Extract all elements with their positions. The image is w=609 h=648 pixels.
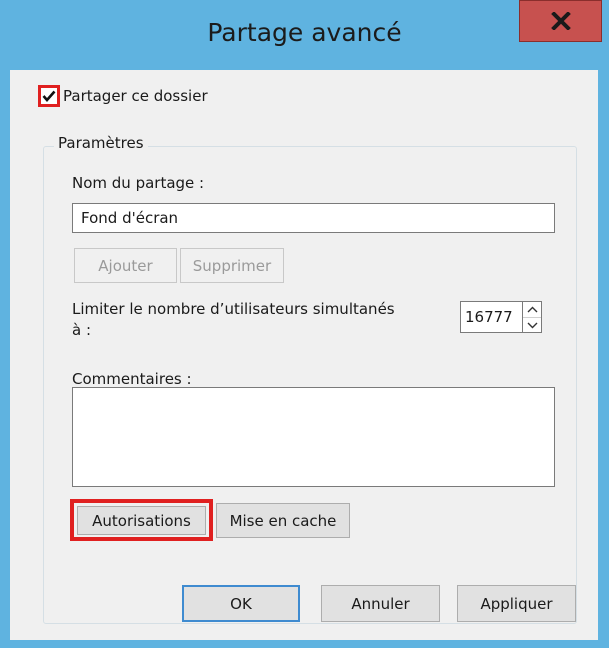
ok-button[interactable]: OK [182, 585, 300, 622]
stepper-up-button[interactable] [523, 302, 541, 318]
comments-label: Commentaires : [72, 370, 192, 388]
user-limit-label: Limiter le nombre d’utilisateurs simulta… [72, 300, 395, 318]
window-title: Partage avancé [207, 18, 402, 47]
user-limit-input[interactable] [460, 301, 523, 333]
close-button[interactable] [519, 0, 602, 42]
chevron-up-icon [527, 306, 537, 313]
remove-button[interactable]: Supprimer [180, 248, 284, 283]
share-folder-label[interactable]: Partager ce dossier [63, 87, 208, 105]
caching-button[interactable]: Mise en cache [216, 503, 350, 538]
parameters-legend: Paramètres [54, 134, 148, 152]
checkmark-icon [42, 90, 56, 102]
apply-button[interactable]: Appliquer [457, 585, 576, 622]
user-limit-stepper[interactable] [522, 301, 542, 333]
cancel-button[interactable]: Annuler [321, 585, 440, 622]
comments-textarea[interactable] [72, 387, 555, 487]
share-name-label: Nom du partage : [72, 174, 205, 192]
share-folder-checkbox[interactable] [38, 85, 60, 107]
add-button[interactable]: Ajouter [74, 248, 177, 283]
stepper-down-button[interactable] [523, 318, 541, 333]
dialog-body: Partager ce dossier Paramètres Nom du pa… [10, 70, 598, 640]
title-bar[interactable]: Partage avancé [0, 0, 609, 70]
user-limit-label-suffix: à : [72, 321, 92, 339]
close-icon [550, 12, 571, 30]
share-name-input[interactable] [72, 203, 555, 233]
advanced-sharing-dialog: Partage avancé Partager ce dossier Param… [0, 0, 609, 648]
permissions-button[interactable]: Autorisations [77, 506, 206, 535]
chevron-down-icon [527, 322, 537, 329]
